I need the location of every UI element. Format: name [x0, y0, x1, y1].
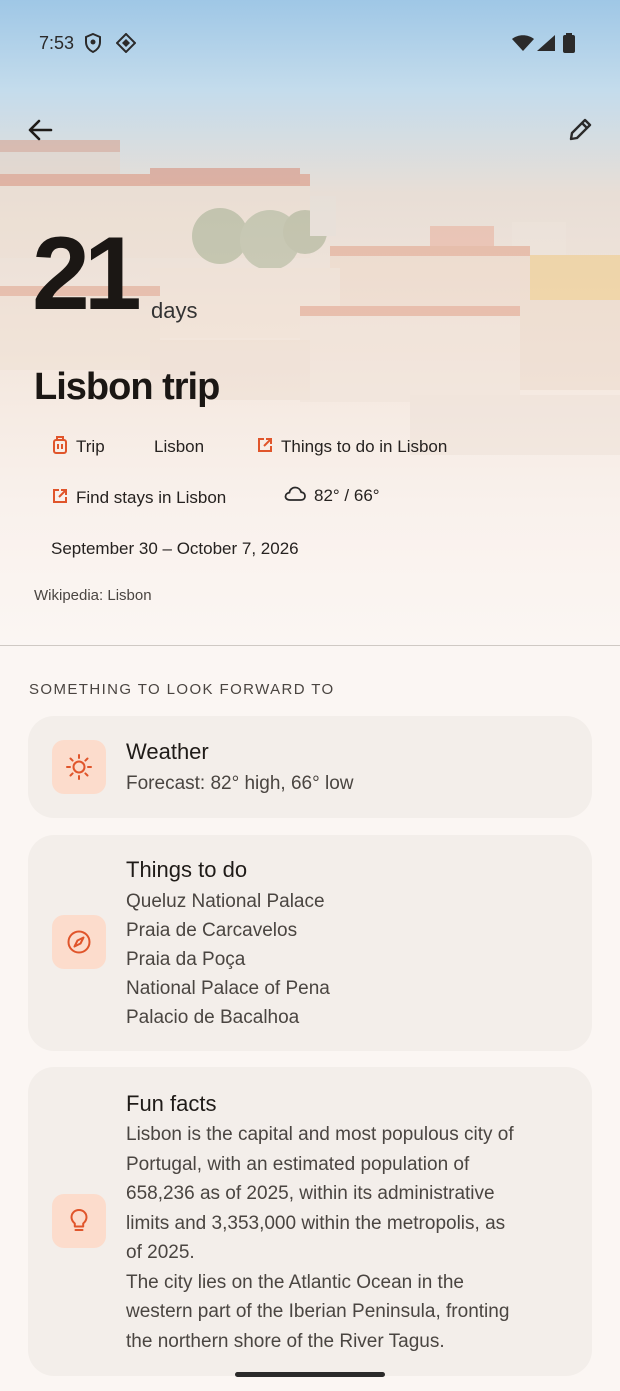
- things-to-do-card[interactable]: Things to do Queluz National Palace Prai…: [28, 835, 592, 1051]
- chip-location-label: Lisbon: [154, 437, 205, 456]
- chip-weather[interactable]: 82° / 66°: [280, 479, 384, 513]
- chip-trip[interactable]: Trip: [48, 430, 109, 464]
- compass-icon: [52, 915, 106, 969]
- fun-facts-card[interactable]: Fun facts Lisbon is the capital and most…: [28, 1067, 592, 1376]
- fact-line: of 2025.: [126, 1242, 195, 1263]
- pencil-icon: [566, 116, 594, 149]
- fact-line: 658,236 as of 2025, within its administr…: [126, 1183, 495, 1204]
- sun-icon: [52, 740, 106, 794]
- fact-line: Lisbon is the capital and most populous …: [126, 1124, 514, 1145]
- chip-trip-label: Trip: [76, 437, 105, 456]
- shield-icon: [84, 32, 102, 58]
- wifi-icon: [512, 35, 534, 56]
- things-to-do-title: Things to do: [126, 857, 248, 882]
- edit-button[interactable]: [560, 112, 600, 152]
- hero-banner: 7:53 21 days Lisbon trip Trip Lisbon Thi…: [0, 0, 620, 646]
- weather-forecast: Forecast: 82° high, 66° low: [126, 773, 354, 794]
- fact-line: western part of the Iberian Peninsula, f…: [126, 1301, 510, 1322]
- fact-line: the northern shore of the River Tagus.: [126, 1331, 445, 1352]
- back-button[interactable]: [20, 112, 60, 152]
- home-indicator[interactable]: [235, 1372, 385, 1377]
- wikipedia-link[interactable]: Wikipedia: Lisbon: [34, 587, 152, 604]
- fact-line: limits and 3,353,000 within the metropol…: [126, 1213, 506, 1234]
- divider: [0, 645, 620, 646]
- chip-things-to-do[interactable]: Things to do in Lisbon: [253, 430, 451, 464]
- list-item: Palacio de Bacalhoa: [126, 1007, 300, 1028]
- lightbulb-icon: [52, 1194, 106, 1248]
- fact-line: Portugal, with an estimated population o…: [126, 1154, 470, 1175]
- weather-card[interactable]: Weather Forecast: 82° high, 66° low: [28, 716, 592, 818]
- list-item: Queluz National Palace: [126, 891, 325, 912]
- weather-card-title: Weather: [126, 739, 209, 764]
- diamond-icon: [115, 32, 137, 58]
- arrow-back-icon: [27, 118, 53, 147]
- battery-icon: [563, 33, 575, 58]
- countdown-number: 21: [32, 216, 142, 332]
- trip-dates: September 30 – October 7, 2026: [51, 539, 299, 558]
- fact-line: The city lies on the Atlantic Ocean in t…: [126, 1272, 464, 1293]
- chip-weather-label: 82° / 66°: [314, 486, 380, 505]
- cloud-icon: [284, 486, 306, 507]
- section-title: SOMETHING TO LOOK FORWARD TO: [29, 681, 335, 698]
- luggage-icon: [52, 435, 68, 459]
- chip-things-to-do-label: Things to do in Lisbon: [281, 437, 448, 456]
- open-external-icon: [257, 437, 273, 458]
- status-bar: 7:53: [0, 0, 620, 88]
- fun-facts-title: Fun facts: [126, 1091, 217, 1116]
- trip-title: Lisbon trip: [34, 366, 220, 408]
- open-external-icon: [52, 488, 68, 509]
- list-item: National Palace of Pena: [126, 978, 330, 999]
- status-time: 7:53: [39, 33, 75, 53]
- list-item: Praia da Poça: [126, 949, 246, 970]
- signal-icon: [537, 35, 555, 56]
- chip-find-stays-label: Find stays in Lisbon: [76, 488, 227, 507]
- countdown-unit: days: [151, 298, 198, 323]
- chip-location[interactable]: Lisbon: [150, 430, 208, 464]
- list-item: Praia de Carcavelos: [126, 920, 298, 941]
- chip-find-stays[interactable]: Find stays in Lisbon: [48, 481, 230, 515]
